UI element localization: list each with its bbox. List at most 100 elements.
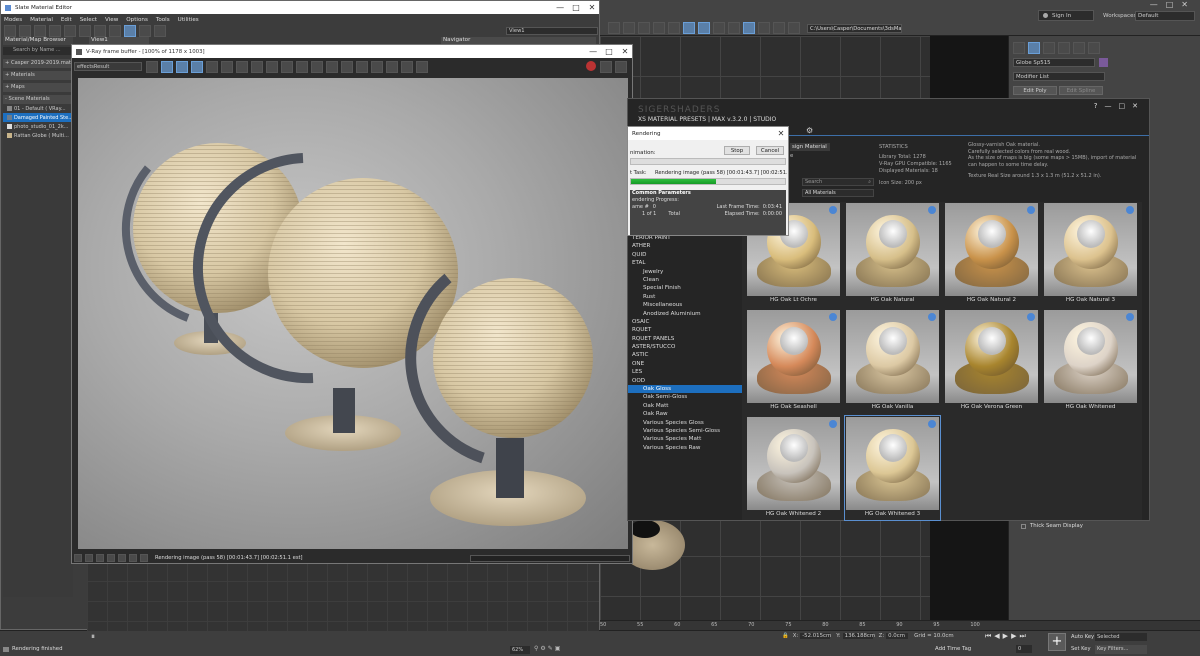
delete-icon[interactable]: [49, 25, 61, 37]
category-item[interactable]: ONE: [628, 360, 742, 368]
assign-icon[interactable]: [34, 25, 46, 37]
scene-material-item[interactable]: photo_studio_01_2k...: [3, 122, 73, 131]
red-channel-icon[interactable]: [161, 60, 173, 73]
channel-dropdown[interactable]: effectsResult: [74, 62, 142, 71]
browser-section-maps[interactable]: + Maps: [3, 83, 73, 92]
category-item[interactable]: Various Species Semi-Gloss: [628, 427, 742, 435]
tool-icon[interactable]: [683, 22, 695, 34]
category-item[interactable]: Various Species Gloss: [628, 419, 742, 427]
category-item[interactable]: Anodized Aluminium: [628, 310, 742, 318]
set-key-button[interactable]: Set Key: [1071, 646, 1091, 652]
close-button[interactable]: ✕: [585, 3, 599, 12]
render-image[interactable]: [78, 78, 628, 549]
lens-effects-icon[interactable]: [326, 60, 338, 73]
tool-icon[interactable]: [698, 22, 710, 34]
layout-icon[interactable]: [124, 25, 136, 37]
hierarchy-tab-icon[interactable]: [1043, 42, 1055, 54]
close-button[interactable]: ✕: [618, 47, 632, 56]
maximize-button[interactable]: □: [569, 3, 583, 12]
show-map-icon[interactable]: [94, 25, 106, 37]
tool-icon[interactable]: [638, 22, 650, 34]
coord-z-field[interactable]: 0.0cm: [886, 633, 909, 639]
edit-poly-button[interactable]: Edit Poly: [1013, 86, 1057, 95]
tool-icon[interactable]: [728, 22, 740, 34]
tool-icon[interactable]: [743, 22, 755, 34]
green-channel-icon[interactable]: [176, 60, 188, 73]
object-name-field[interactable]: Globe Sp515: [1013, 58, 1095, 67]
category-item[interactable]: Special Finish: [628, 284, 742, 292]
browser-search-input[interactable]: Search by Name ...: [3, 47, 73, 55]
sign-in-button[interactable]: Sign In: [1038, 10, 1094, 21]
category-item[interactable]: Oak Matt: [628, 402, 742, 410]
category-item[interactable]: Rust: [628, 293, 742, 301]
follow-icon[interactable]: [311, 60, 323, 73]
settings-icon[interactable]: [416, 60, 428, 73]
category-item[interactable]: RQUET PANELS: [628, 335, 742, 343]
menu-utilities[interactable]: Utilities: [178, 17, 199, 23]
material-tile[interactable]: HG Oak Vanilla: [845, 309, 940, 413]
pause-icon[interactable]: ⏸: [91, 632, 95, 642]
status-icon[interactable]: [140, 554, 148, 562]
utilities-tab-icon[interactable]: [1088, 42, 1100, 54]
category-item[interactable]: Oak Semi-Gloss: [628, 393, 742, 401]
category-item[interactable]: OOD: [628, 377, 742, 385]
material-filter-dropdown[interactable]: All Materials: [802, 189, 874, 197]
slate-view-area[interactable]: [87, 561, 599, 631]
tool-icon[interactable]: [758, 22, 770, 34]
category-item[interactable]: ASTIC: [628, 351, 742, 359]
category-item[interactable]: Various Species Raw: [628, 444, 742, 452]
region-render-icon[interactable]: [371, 60, 383, 73]
region-icon[interactable]: [296, 60, 308, 73]
cancel-button[interactable]: Cancel: [756, 146, 784, 155]
menu-select[interactable]: Select: [80, 17, 97, 23]
coord-x-field[interactable]: -52.015cm: [800, 633, 831, 639]
time-slider[interactable]: 50 55 60 65 70 75 80 85 90 95 100: [600, 620, 1200, 630]
tool-icon[interactable]: [668, 22, 680, 34]
object-color-swatch[interactable]: [1099, 58, 1108, 67]
pan-tool-icon[interactable]: [19, 25, 31, 37]
interactive-icon[interactable]: [401, 60, 413, 73]
browser-section-scene[interactable]: - Scene Materials: [3, 95, 73, 104]
track-mouse-icon[interactable]: [281, 60, 293, 73]
tool-icon[interactable]: [773, 22, 785, 34]
status-icon[interactable]: [85, 554, 93, 562]
category-item[interactable]: ATHER: [628, 242, 742, 250]
auto-key-button[interactable]: Auto Key: [1071, 634, 1094, 640]
render-icon[interactable]: [600, 60, 612, 73]
stop-render-icon[interactable]: [586, 60, 596, 71]
motion-tab-icon[interactable]: [1058, 42, 1070, 54]
scene-material-item[interactable]: 01 - Default ( VRay...: [3, 104, 73, 113]
category-item[interactable]: Oak Gloss: [628, 385, 742, 394]
scene-material-item[interactable]: Damaged Painted Ste...: [3, 113, 73, 122]
menu-modes[interactable]: Modes: [4, 17, 22, 23]
modify-tab-icon[interactable]: [1028, 42, 1040, 54]
alpha-icon[interactable]: [206, 60, 218, 73]
menu-tools[interactable]: Tools: [156, 17, 170, 23]
material-tile[interactable]: HG Oak Whitened 3: [844, 415, 941, 521]
category-item[interactable]: Jewelry: [628, 268, 742, 276]
material-tile[interactable]: HG Oak Verona Green: [944, 309, 1039, 413]
edit-spline-button[interactable]: Edit Spline: [1059, 86, 1103, 95]
category-item[interactable]: ASTER/STUCCO: [628, 343, 742, 351]
denoise-icon[interactable]: [386, 60, 398, 73]
hide-icon[interactable]: [79, 25, 91, 37]
workspaces-dropdown[interactable]: Default: [1135, 11, 1195, 21]
maximize-button[interactable]: □: [602, 47, 616, 56]
lock-icon[interactable]: 🔒: [782, 633, 789, 639]
design-material-tab[interactable]: sign Material: [790, 143, 830, 151]
status-icon[interactable]: [107, 554, 115, 562]
compare-icon[interactable]: [341, 60, 353, 73]
material-tile[interactable]: HG Oak Seashell: [746, 309, 841, 413]
clear-icon[interactable]: [251, 60, 263, 73]
tool-icon[interactable]: [713, 22, 725, 34]
minimize-button[interactable]: —: [586, 47, 600, 56]
tool-icon[interactable]: [608, 22, 620, 34]
category-item[interactable]: ETAL: [628, 259, 742, 267]
material-tile[interactable]: HG Oak Natural 2: [944, 202, 1039, 306]
material-tile[interactable]: HG Oak Whitened: [1043, 309, 1138, 413]
category-item[interactable]: Miscellaneous: [628, 301, 742, 309]
project-path-field[interactable]: C:\Users\Casper\Documents\3dsMax: [807, 24, 902, 33]
add-time-tag[interactable]: Add Time Tag: [935, 646, 971, 652]
category-item[interactable]: Various Species Matt: [628, 435, 742, 443]
tool-icon[interactable]: [623, 22, 635, 34]
